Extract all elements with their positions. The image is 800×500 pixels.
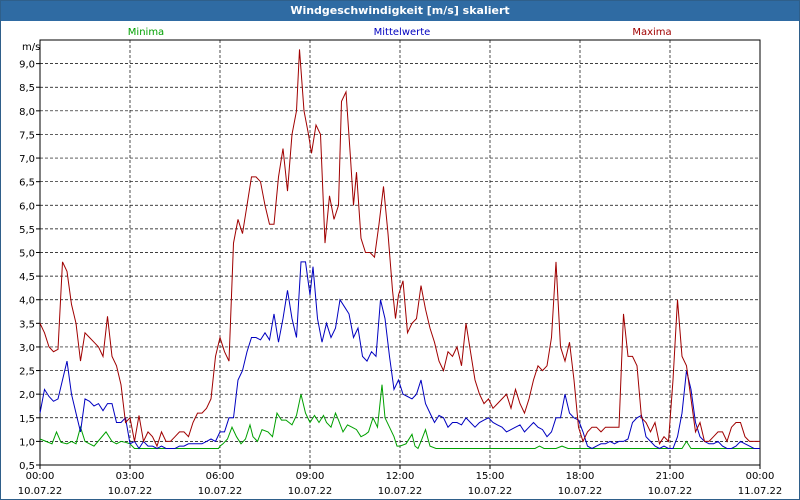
- y-axis-label: m/s: [22, 42, 40, 53]
- x-tick-time: 03:00: [116, 471, 145, 482]
- x-axis-ticks: 00:00 10.07.22 03:00 10.07.22 06:00 10.07.22 0…: [18, 465, 783, 497]
- x-tick-date: 10.07.22: [558, 486, 603, 497]
- y-tick-label: 8,5: [19, 83, 35, 94]
- y-tick-label: 7,5: [19, 130, 35, 141]
- x-tick-date: 10.07.22: [288, 486, 333, 497]
- x-tick-date: 11.07.22: [738, 486, 783, 497]
- y-tick-label: 6,0: [19, 201, 35, 212]
- wind-speed-chart: 0,51,01,52,02,53,03,54,04,55,05,56,06,57…: [18, 27, 783, 497]
- legend-maxima: Maxima: [632, 27, 671, 38]
- y-tick-label: 1,5: [19, 414, 35, 425]
- y-tick-label: 4,0: [19, 296, 35, 307]
- y-tick-label: 8,0: [19, 107, 35, 118]
- y-tick-label: 5,0: [19, 249, 35, 260]
- x-tick-date: 10.07.22: [18, 486, 63, 497]
- y-tick-label: 3,5: [19, 319, 35, 330]
- y-tick-label: 1,0: [19, 437, 35, 448]
- x-tick-time: 12:00: [386, 471, 415, 482]
- x-tick-time: 00:00: [26, 471, 55, 482]
- y-tick-label: 6,5: [19, 178, 35, 189]
- y-axis-ticks: 0,51,01,52,02,53,03,54,04,55,05,56,06,57…: [19, 60, 40, 472]
- x-tick-time: 09:00: [296, 471, 325, 482]
- x-tick-date: 10.07.22: [648, 486, 693, 497]
- x-tick-date: 10.07.22: [198, 486, 243, 497]
- y-tick-label: 2,5: [19, 367, 35, 378]
- x-tick-date: 10.07.22: [108, 486, 153, 497]
- y-tick-label: 7,0: [19, 154, 35, 165]
- y-tick-label: 2,0: [19, 390, 35, 401]
- x-tick-time: 15:00: [476, 471, 505, 482]
- x-tick-date: 10.07.22: [468, 486, 513, 497]
- legend-mittelwerte: Mittelwerte: [374, 27, 431, 38]
- y-tick-label: 5,5: [19, 225, 35, 236]
- x-tick-time: 21:00: [656, 471, 685, 482]
- x-tick-time: 06:00: [206, 471, 235, 482]
- x-tick-time: 00:00: [746, 471, 775, 482]
- y-tick-label: 3,0: [19, 343, 35, 354]
- x-tick-time: 18:00: [566, 471, 595, 482]
- legend-minima: Minima: [128, 27, 164, 38]
- y-tick-label: 4,5: [19, 272, 35, 283]
- y-tick-label: 9,0: [19, 60, 35, 71]
- x-tick-date: 10.07.22: [378, 486, 423, 497]
